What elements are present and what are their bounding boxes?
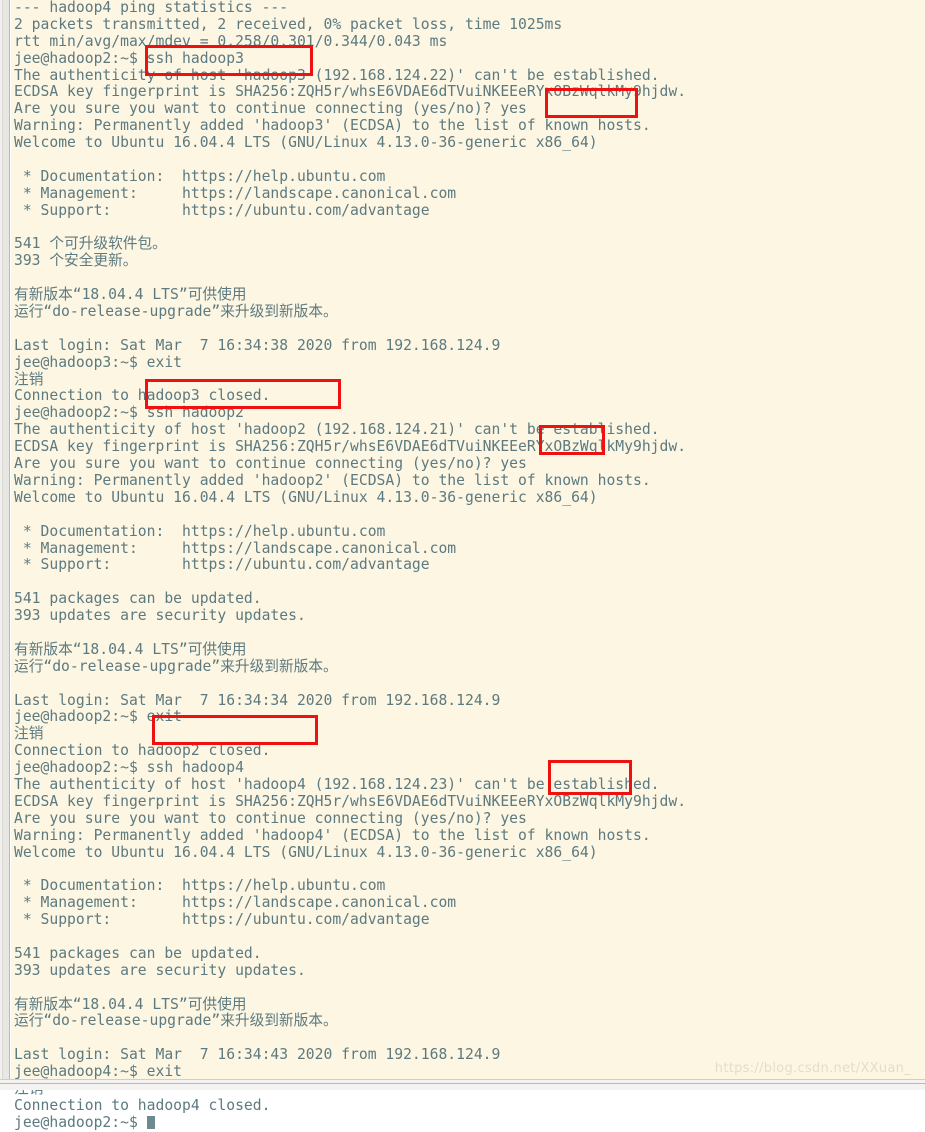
terminal-line: Connection to hadoop2 closed. [14, 742, 271, 760]
terminal-line: Warning: Permanently added 'hadoop3' (EC… [14, 117, 651, 135]
terminal-line: ECDSA key fingerprint is SHA256:ZQH5r/wh… [14, 83, 687, 101]
terminal-line: ECDSA key fingerprint is SHA256:ZQH5r/wh… [14, 438, 687, 456]
terminal-line: * Support: https://ubuntu.com/advantage [14, 911, 430, 929]
terminal-line: The authenticity of host 'hadoop4 (192.1… [14, 775, 660, 793]
terminal-line: The authenticity of host 'hadoop2 (192.1… [14, 421, 660, 439]
terminal-line: * Documentation: https://help.ubuntu.com [14, 167, 386, 185]
prompt-text: jee@hadoop2:~$ [14, 1113, 147, 1131]
watermark: https://blog.csdn.net/XXuan_ [714, 1061, 911, 1076]
terminal-line: ECDSA key fingerprint is SHA256:ZQH5r/wh… [14, 792, 687, 810]
terminal-line: 393 updates are security updates. [14, 607, 306, 625]
terminal-line: Last login: Sat Mar 7 16:34:34 2020 from… [14, 691, 501, 709]
terminal-line: 有新版本“18.04.4 LTS”可供使用 [14, 286, 247, 304]
terminal-line: Last login: Sat Mar 7 16:34:38 2020 from… [14, 336, 501, 354]
terminal-line: Are you sure you want to continue connec… [14, 455, 527, 473]
terminal-line: jee@hadoop2:~$ ssh hadoop4 [14, 759, 244, 777]
terminal-line: rtt min/avg/max/mdev = 0.258/0.301/0.344… [14, 32, 448, 50]
text-cursor [146, 1115, 156, 1129]
terminal-line: jee@hadoop2:~$ exit [14, 708, 183, 726]
terminal-line: 有新版本“18.04.4 LTS”可供使用 [14, 995, 247, 1013]
terminal-line: 有新版本“18.04.4 LTS”可供使用 [14, 640, 247, 658]
terminal-line: 注销 [14, 725, 44, 743]
terminal-window: --- hadoop4 ping statistics --- 2 packets… [0, 0, 925, 1131]
terminal-line: 393 个安全更新。 [14, 252, 138, 270]
terminal-line: 注销 [14, 370, 44, 388]
terminal-scrollbar[interactable] [0, 0, 11, 1080]
terminal-line: 541 packages can be updated. [14, 590, 262, 608]
terminal-line: Warning: Permanently added 'hadoop2' (EC… [14, 471, 651, 489]
terminal-line: Welcome to Ubuntu 16.04.4 LTS (GNU/Linux… [14, 134, 598, 152]
terminal-line: Welcome to Ubuntu 16.04.4 LTS (GNU/Linux… [14, 843, 598, 861]
terminal-line: The authenticity of host 'hadoop3 (192.1… [14, 66, 660, 84]
terminal-line: * Management: https://landscape.canonica… [14, 184, 457, 202]
terminal-line: * Documentation: https://help.ubuntu.com [14, 877, 386, 895]
terminal-line: 运行“do-release-upgrade”来升级到新版本。 [14, 303, 338, 321]
terminal-line: Connection to hadoop4 closed. [14, 1096, 271, 1114]
window-bottom-edge [0, 1079, 925, 1090]
terminal-line: 2 packets transmitted, 2 received, 0% pa… [14, 15, 563, 33]
terminal-screen[interactable]: --- hadoop4 ping statistics --- 2 packets… [11, 0, 925, 1131]
terminal-line: Are you sure you want to continue connec… [14, 100, 527, 118]
terminal-line: * Management: https://landscape.canonica… [14, 539, 457, 557]
terminal-line: jee@hadoop2:~$ ssh hadoop3 [14, 49, 244, 67]
terminal-line: Connection to hadoop3 closed. [14, 387, 271, 405]
terminal-line: * Documentation: https://help.ubuntu.com [14, 522, 386, 540]
terminal-line: Welcome to Ubuntu 16.04.4 LTS (GNU/Linux… [14, 488, 598, 506]
terminal-line: 运行“do-release-upgrade”来升级到新版本。 [14, 657, 338, 675]
terminal-line: 541 个可升级软件包。 [14, 235, 167, 253]
scrollbar-thumb[interactable] [3, 0, 9, 1080]
terminal-line: 393 updates are security updates. [14, 961, 306, 979]
terminal-line: 541 packages can be updated. [14, 944, 262, 962]
terminal-line: jee@hadoop2:~$ [14, 1113, 925, 1132]
terminal-line: --- hadoop4 ping statistics --- [14, 0, 289, 16]
terminal-line: * Management: https://landscape.canonica… [14, 894, 457, 912]
terminal-line: jee@hadoop3:~$ exit [14, 353, 183, 371]
terminal-line: jee@hadoop2:~$ ssh hadoop2 [14, 404, 244, 422]
terminal-line: * Support: https://ubuntu.com/advantage [14, 201, 430, 219]
terminal-line: Warning: Permanently added 'hadoop4' (EC… [14, 826, 651, 844]
terminal-line: * Support: https://ubuntu.com/advantage [14, 556, 430, 574]
terminal-line: Are you sure you want to continue connec… [14, 809, 527, 827]
terminal-line: 运行“do-release-upgrade”来升级到新版本。 [14, 1012, 338, 1030]
